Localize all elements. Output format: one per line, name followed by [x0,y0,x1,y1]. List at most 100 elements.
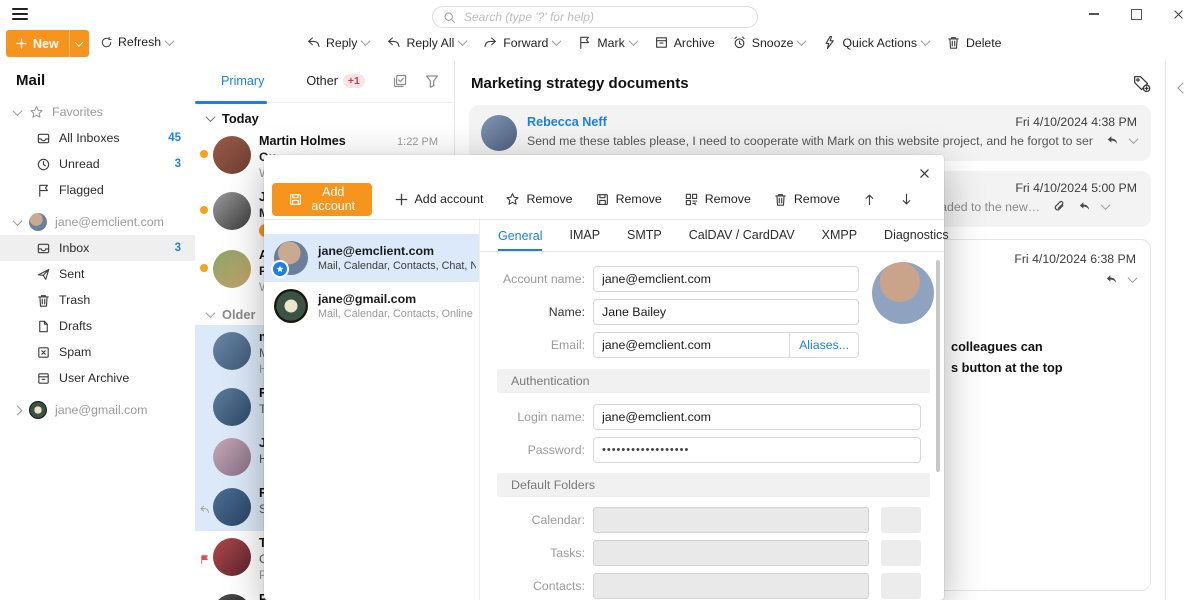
sidebar-item-drafts[interactable]: Drafts [0,313,195,339]
other-count-badge: +1 [343,74,365,88]
tab-caldav-carddav[interactable]: CalDAV / CardDAV [689,228,795,251]
remove-saved-button[interactable]: Remove [595,192,662,207]
calendar-label: Calendar: [488,513,585,527]
refresh-button[interactable]: Refresh [100,35,173,49]
clock-icon [36,157,51,172]
star-icon [276,265,284,273]
add-account-button[interactable]: Add account [394,192,484,207]
authentication-section-header: Authentication [497,369,930,393]
sidebar-item-inbox[interactable]: Inbox 3 [0,235,195,261]
timestamp: Fri 4/10/2024 6:38 PM [1014,252,1136,266]
expand-panel-chevron-icon[interactable] [1177,82,1188,93]
tab-diagnostics[interactable]: Diagnostics [884,228,949,251]
collapse-chevron-icon[interactable] [1128,273,1138,283]
dialog-scrollbar[interactable] [936,260,940,472]
account-label: jane@emclient.com [55,215,164,229]
expand-chevron-icon[interactable] [1129,134,1139,144]
maximize-icon [1131,9,1142,20]
account-gmail-group[interactable]: jane@gmail.com [0,397,195,423]
name-field[interactable] [593,299,859,325]
password-field[interactable] [593,437,921,463]
conversation-title: Marketing strategy documents [471,75,689,92]
unread-dot-icon [200,264,208,272]
search-icon [443,11,456,24]
avatar [213,136,251,174]
tab-imap[interactable]: IMAP [569,228,600,251]
sidebar-item-sent[interactable]: Sent [0,261,195,287]
sidebar-item-unread[interactable]: Unread 3 [0,151,195,177]
section-label: Today [222,111,259,126]
sidebar-item-flagged[interactable]: Flagged [0,177,195,203]
sidebar-item-user-archive[interactable]: User Archive [0,365,195,391]
main-toolbar: New Refresh Reply Reply All Forward Mark… [0,28,1200,60]
archive-button[interactable]: Archive [654,35,715,50]
tab-other[interactable]: Other +1 [306,74,364,88]
active-tab-underline [195,101,267,104]
favorites-label: Favorites [52,105,103,119]
add-account-primary-button[interactable]: Add account [272,183,372,216]
section-today[interactable]: Today [195,107,454,129]
login-name-field[interactable] [593,404,921,430]
avatar [213,388,251,426]
menu-hamburger-icon[interactable] [12,8,28,20]
snooze-button[interactable]: Snooze [732,35,806,50]
default-folders-section-header: Default Folders [497,473,930,497]
sender-name[interactable]: Rebecca Neff [527,115,607,129]
aliases-button[interactable]: Aliases... [789,333,858,357]
account-row-gmail[interactable]: jane@gmail.com Mail, Calendar, Contacts,… [264,282,479,330]
mark-button[interactable]: Mark [577,35,636,50]
add-tag-icon[interactable] [1132,74,1151,93]
reply-arrow-icon[interactable] [1105,133,1120,148]
account-name-field[interactable] [593,266,859,292]
account-photo-avatar[interactable] [872,262,934,324]
add-account-label: Add account [415,192,484,206]
close-window-button[interactable] [1170,6,1186,22]
account-name-row: Account name: [488,266,930,292]
delete-button[interactable]: Delete [946,35,1002,50]
reply-arrow-icon[interactable] [1077,199,1092,214]
email-label: Email: [488,338,585,352]
move-down-icon[interactable] [899,192,914,207]
select-messages-icon[interactable] [392,73,408,89]
new-button[interactable]: New [6,30,89,57]
reply-all-button[interactable]: Reply All [386,35,466,50]
sidebar-item-all-inboxes[interactable]: All Inboxes 45 [0,125,195,151]
account-row-emclient[interactable]: jane@emclient.com Mail, Calendar, Contac… [264,234,479,282]
remove-favorite-button[interactable]: Remove [505,192,572,207]
expand-chevron-icon[interactable] [1101,200,1111,210]
new-dropdown-button[interactable] [69,30,89,57]
calendar-browse-button[interactable] [881,507,921,533]
email-field[interactable] [594,333,789,357]
tasks-browse-button[interactable] [881,540,921,566]
account-emclient-group[interactable]: jane@emclient.com [0,209,195,235]
reply-button[interactable]: Reply [306,35,369,50]
contacts-browse-button[interactable] [881,573,921,599]
tab-xmpp[interactable]: XMPP [822,228,857,251]
dialog-close-button[interactable] [914,163,934,183]
tab-smtp[interactable]: SMTP [627,228,662,251]
message-body: colleagues can s button at the top [951,336,1063,378]
reply-arrow-icon[interactable] [1104,272,1119,287]
lightning-icon [822,35,837,50]
message-card-collapsed[interactable]: Rebecca Neff Fri 4/10/2024 4:38 PM Send … [469,105,1151,161]
tab-general[interactable]: General [498,229,542,252]
favorites-group[interactable]: Favorites [0,99,195,125]
inbox-icon [36,241,51,256]
minimize-button[interactable] [1086,6,1102,22]
sidebar-item-spam[interactable]: Spam [0,339,195,365]
sidebar-item-trash[interactable]: Trash [0,287,195,313]
move-up-icon[interactable] [862,192,877,207]
flagged-icon [199,554,210,565]
item-label: All Inboxes [59,131,120,145]
quick-actions-button[interactable]: Quick Actions [822,35,929,50]
maximize-button[interactable] [1128,6,1144,22]
filter-icon[interactable] [424,73,440,89]
remove-account-button[interactable]: Remove [773,192,840,207]
forward-label: Forward [503,36,548,50]
tab-primary[interactable]: Primary [221,74,264,88]
search-bar[interactable] [432,6,758,28]
search-input[interactable] [462,9,747,25]
mark-flag-icon [577,35,592,50]
remove-qr-button[interactable]: Remove [684,192,751,207]
forward-button[interactable]: Forward [483,35,560,50]
